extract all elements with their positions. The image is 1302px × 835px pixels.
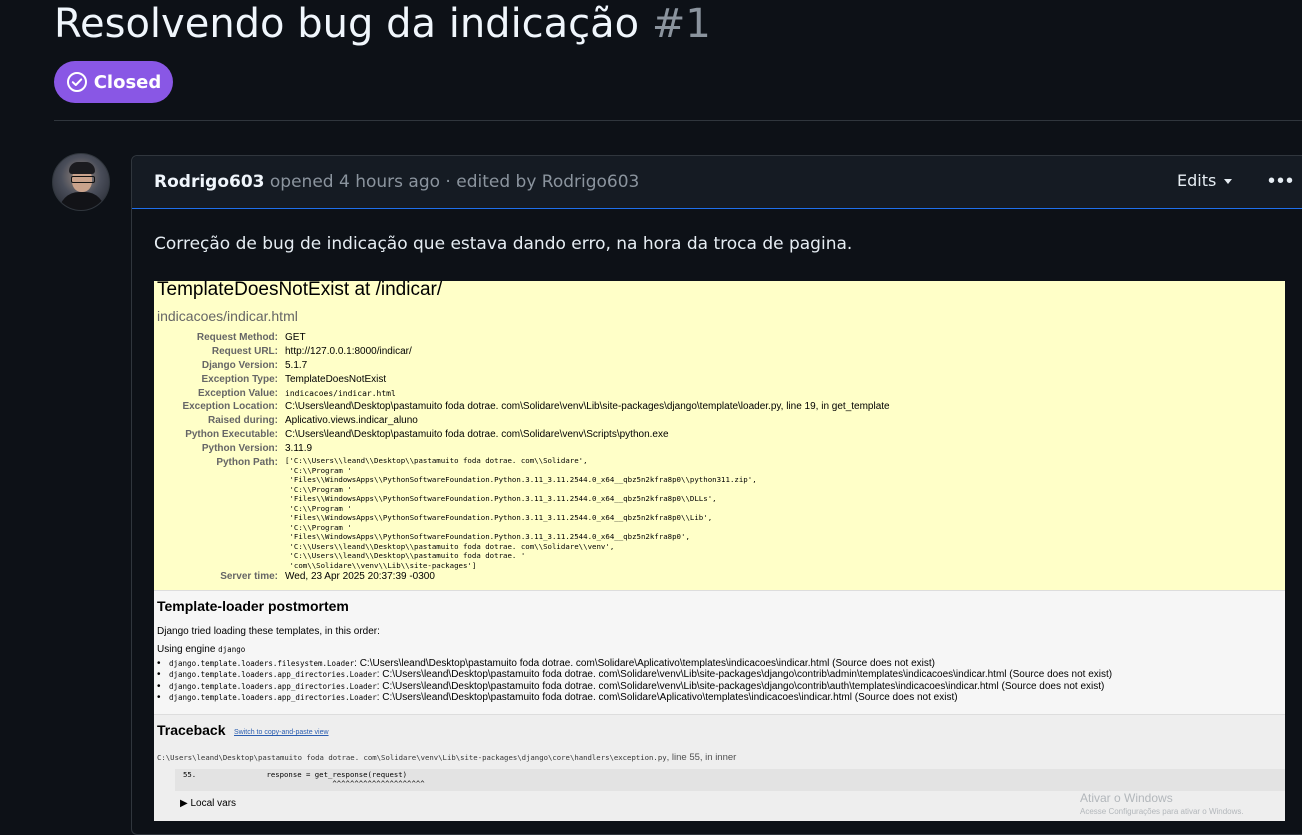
- summary-row: Request URL: http://127.0.0.1:8000/indica…: [154, 345, 412, 358]
- editor-link[interactable]: Rodrigo603: [542, 172, 640, 192]
- list-item: • django.template.loaders.filesystem.Load…: [157, 658, 935, 669]
- list-item: • django.template.loaders.app_directories…: [157, 692, 958, 704]
- summary-value: TemplateDoesNotExist: [285, 374, 387, 385]
- engine-name: django: [218, 645, 246, 654]
- issue-title-text: Resolvendo bug da indicação: [54, 1, 640, 47]
- local-vars-toggle[interactable]: ▶ Local vars: [180, 798, 236, 809]
- loader-name: django.template.loaders.app_directories.…: [169, 670, 377, 680]
- list-item: • django.template.loaders.app_directories…: [157, 680, 1105, 692]
- summary-value: Aplicativo.views.indicar_aluno: [285, 415, 418, 426]
- traceback-code[interactable]: 55. response = get_response(request) ^^^…: [175, 769, 1285, 791]
- code-marker: ^^^^^^^^^^^^^^^^^^^^^: [183, 778, 425, 788]
- watermark-line2: Acesse Configurações para ativar o Windo…: [1080, 807, 1244, 816]
- summary-key: Python Version:: [201, 443, 278, 454]
- more-options-button[interactable]: •••: [1268, 170, 1295, 193]
- check-circle-icon: [66, 72, 87, 92]
- postmortem-list: • django.template.loaders.filesystem.Load…: [157, 658, 1112, 704]
- summary-row: Exception Type: TemplateDoesNotExist: [154, 373, 387, 386]
- summary-value: C:\Users\leand\Desktop\pastamuito foda d…: [285, 401, 890, 412]
- state-label: Closed: [93, 71, 162, 93]
- summary-row: Python Executable: C:\Users\leand\Desktop…: [154, 428, 669, 441]
- author-link[interactable]: Rodrigo603: [154, 172, 264, 192]
- loader-name: django.template.loaders.app_directories.…: [169, 681, 377, 691]
- summary-row: Exception Location: C:\Users\leand\Deskto…: [154, 400, 890, 413]
- loader-path: C:\Users\leand\Desktop\pastamuito foda d…: [382, 680, 1105, 692]
- header-divider: [54, 120, 1302, 121]
- edits-dropdown-button[interactable]: Edits: [1177, 171, 1234, 190]
- summary-value: GET: [285, 332, 306, 343]
- loader-name: django.template.loaders.filesystem.Loade…: [169, 659, 355, 668]
- comment-body-text: Correção de bug de indicação que estava …: [154, 234, 853, 254]
- postmortem-title: Template-loader postmortem: [157, 598, 349, 614]
- edits-label: Edits: [1177, 171, 1217, 190]
- summary-key: Python Executable:: [185, 429, 278, 440]
- django-error-screenshot: TemplateDoesNotExist at /indicar/ indica…: [154, 281, 1285, 821]
- avatar-hair: [69, 162, 95, 174]
- django-summary: TemplateDoesNotExist at /indicar/ indica…: [154, 281, 1285, 590]
- summary-key: Exception Value:: [197, 388, 278, 399]
- summary-key: Request Method:: [196, 332, 278, 343]
- traceback-line-info: , line 55, in inner: [666, 752, 737, 763]
- postmortem-intro: Django tried loading these templates, in…: [157, 626, 380, 637]
- loader-path: C:\Users\leand\Desktop\pastamuito foda d…: [359, 658, 935, 669]
- list-item: • django.template.loaders.app_directories…: [157, 669, 1113, 681]
- windows-activation-watermark: Ativar o Windows Acesse Configurações pa…: [1080, 791, 1244, 816]
- traceback-file: C:\Users\leand\Desktop\pastamuito foda d…: [157, 752, 736, 763]
- summary-key: Exception Type:: [201, 374, 279, 385]
- django-error-subtitle: indicacoes/indicar.html: [157, 308, 298, 324]
- summary-value: 3.11.9: [285, 443, 313, 454]
- summary-key: Server time:: [220, 571, 278, 582]
- traceback-file-path: C:\Users\leand\Desktop\pastamuito foda d…: [157, 753, 667, 762]
- watermark-line1: Ativar o Windows: [1080, 791, 1173, 805]
- template-loader-postmortem: Template-loader postmortem Django tried …: [154, 590, 1285, 715]
- summary-row: Exception Value: indicacoes/indicar.html: [154, 387, 396, 400]
- summary-row: Python Version: 3.11.9: [154, 442, 312, 455]
- django-error-title: TemplateDoesNotExist at /indicar/: [157, 281, 443, 300]
- edited-prefix: · edited by: [445, 172, 537, 192]
- python-path-value: ['C:\\Users\\leand\\Desktop\\pastamuito …: [285, 456, 757, 570]
- summary-key: Django Version:: [201, 360, 278, 371]
- time-ago[interactable]: 4 hours ago: [339, 172, 440, 192]
- issue-number: #1: [651, 1, 711, 47]
- switch-view-link[interactable]: Switch to copy-and-paste view: [234, 729, 329, 736]
- summary-value: Wed, 23 Apr 2025 20:37:39 -0300: [285, 571, 435, 582]
- loader-path: C:\Users\leand\Desktop\pastamuito foda d…: [382, 669, 1113, 681]
- summary-row: Django Version: 5.1.7: [154, 359, 307, 372]
- summary-row: Python Path:: [154, 456, 278, 469]
- summary-value: 5.1.7: [285, 360, 308, 371]
- summary-key: Request URL:: [211, 346, 278, 357]
- traceback-title: Traceback: [157, 722, 226, 738]
- comment-meta: Rodrigo603 opened 4 hours ago · edited b…: [154, 172, 639, 192]
- avatar-glasses: [71, 176, 95, 183]
- loader-path: C:\Users\leand\Desktop\pastamuito foda d…: [382, 692, 958, 704]
- comment-header: Rodrigo603 opened 4 hours ago · edited b…: [132, 156, 1302, 209]
- avatar[interactable]: [52, 153, 110, 211]
- summary-row: Server time: Wed, 23 Apr 2025 20:37:39 -0…: [154, 570, 435, 583]
- summary-row: Raised during: Aplicativo.views.indicar_a…: [154, 414, 418, 427]
- closed-state-badge: Closed: [54, 61, 173, 103]
- summary-row: Request Method: GET: [154, 331, 306, 344]
- postmortem-engine: Using engine django: [157, 644, 245, 655]
- loader-name: django.template.loaders.app_directories.…: [169, 693, 377, 703]
- summary-key: Exception Location:: [182, 401, 278, 412]
- triangle-down-icon: [1224, 178, 1233, 184]
- issue-title: Resolvendo bug da indicação #1: [54, 0, 711, 48]
- avatar-suit: [59, 192, 105, 210]
- summary-value: C:\Users\leand\Desktop\pastamuito foda d…: [285, 429, 669, 440]
- summary-key: Raised during:: [207, 415, 278, 426]
- summary-key: Python Path:: [216, 457, 278, 468]
- summary-value: http://127.0.0.1:8000/indicar/: [285, 346, 412, 357]
- summary-value: indicacoes/indicar.html: [285, 389, 396, 398]
- action-text: opened: [269, 172, 334, 192]
- engine-label: Using engine: [157, 644, 216, 655]
